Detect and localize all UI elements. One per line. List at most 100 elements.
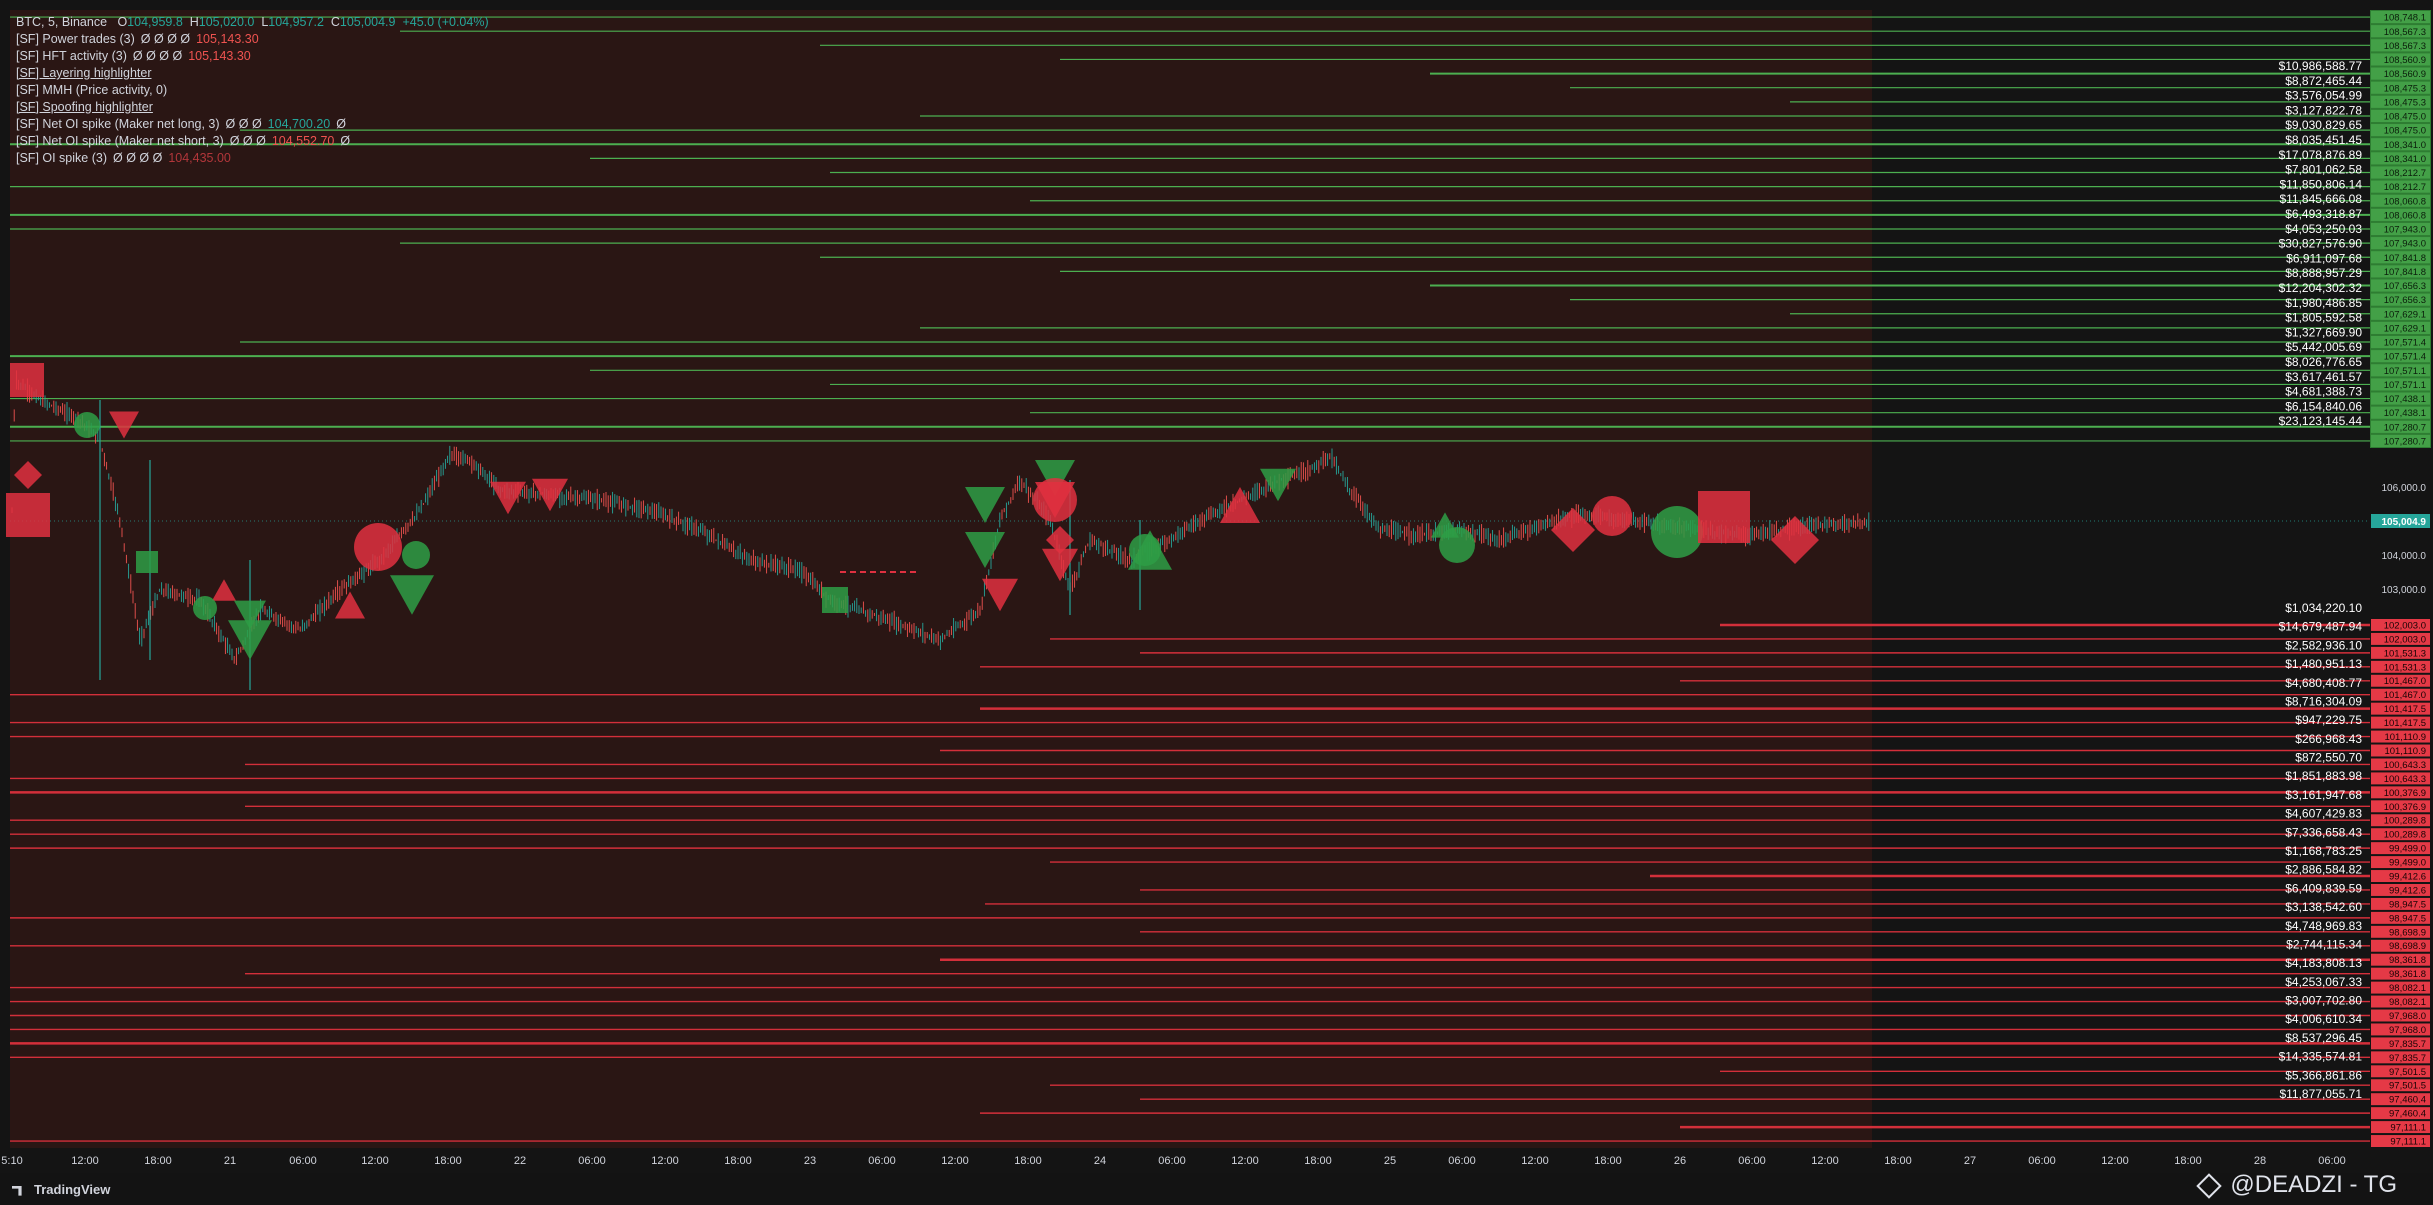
price-label[interactable]: 108,060.8 (2384, 210, 2426, 221)
time-axis-label[interactable]: 18:00 (1304, 1155, 1332, 1167)
price-label[interactable]: 98,947.5 (2389, 913, 2426, 924)
price-label[interactable]: 97,835.7 (2389, 1039, 2426, 1050)
price-label[interactable]: 107,438.1 (2384, 408, 2426, 419)
symbol-label[interactable]: BTC, 5, Binance (16, 15, 107, 29)
price-label[interactable]: 101,110.9 (2384, 746, 2426, 757)
price-label[interactable]: 97,460.4 (2389, 1095, 2426, 1106)
price-label[interactable]: 99,412.6 (2389, 885, 2426, 896)
oi-spike-circle[interactable] (74, 412, 100, 438)
tradingview-logo[interactable]: TradingView (12, 1182, 110, 1197)
time-axis-label[interactable]: 18:00 (434, 1155, 462, 1167)
indicator-row[interactable]: [SF] MMH (Price activity, 0) (16, 82, 489, 99)
time-axis-label[interactable]: 06:00 (1738, 1155, 1766, 1167)
price-label[interactable]: 107,280.7 (2384, 422, 2426, 433)
oi-spike-circle[interactable] (1439, 527, 1475, 563)
price-label[interactable]: 98,082.1 (2389, 997, 2426, 1008)
price-label[interactable]: 107,438.1 (2384, 394, 2426, 405)
price-label[interactable]: 101,110.9 (2384, 732, 2426, 743)
price-label[interactable]: 101,467.0 (2384, 676, 2426, 687)
price-label[interactable]: 107,943.0 (2384, 239, 2426, 250)
time-axis-label[interactable]: 26 (1674, 1155, 1686, 1167)
power-trade-square[interactable] (6, 493, 50, 537)
price-label[interactable]: 108,475.0 (2384, 126, 2426, 137)
time-axis-label[interactable]: 25 (1384, 1155, 1396, 1167)
price-label[interactable]: 97,968.0 (2389, 1011, 2426, 1022)
price-label[interactable]: 102,003.0 (2384, 620, 2426, 631)
price-label[interactable]: 108,475.0 (2384, 112, 2426, 123)
price-label[interactable]: 97,111.1 (2390, 1123, 2426, 1134)
time-axis-label[interactable]: 22 (514, 1155, 526, 1167)
price-label[interactable]: 108,212.7 (2384, 168, 2426, 179)
time-axis-label[interactable]: 18:00 (1884, 1155, 1912, 1167)
time-axis-label[interactable]: 28 (2254, 1155, 2266, 1167)
time-axis-label[interactable]: 27 (1964, 1155, 1976, 1167)
indicator-row[interactable]: [SF] HFT activity (3) Ø Ø Ø Ø 105,143.30 (16, 48, 489, 65)
legend-ohlc-row[interactable]: BTC, 5, Binance O104,959.8 H105,020.0 L1… (16, 14, 489, 31)
price-label[interactable]: 107,571.4 (2384, 338, 2426, 349)
time-axis-label[interactable]: 12:00 (71, 1155, 99, 1167)
price-label[interactable]: 97,835.7 (2389, 1053, 2426, 1064)
price-label[interactable]: 97,968.0 (2389, 1025, 2426, 1036)
indicator-row[interactable]: [SF] Net OI spike (Maker net short, 3) Ø … (16, 133, 489, 150)
indicator-row[interactable]: [SF] Power trades (3) Ø Ø Ø Ø 105,143.30 (16, 31, 489, 48)
price-label[interactable]: 101,417.5 (2384, 704, 2426, 715)
indicator-row[interactable]: [SF] OI spike (3) Ø Ø Ø Ø 104,435.00 (16, 150, 489, 167)
power-trade-square[interactable] (1698, 491, 1750, 543)
price-label[interactable]: 98,698.9 (2389, 927, 2426, 938)
time-axis-label[interactable]: 12:00 (1521, 1155, 1549, 1167)
time-axis-label[interactable]: 06:00 (868, 1155, 896, 1167)
price-label[interactable]: 108,567.3 (2384, 41, 2426, 52)
price-label[interactable]: 108,560.9 (2384, 55, 2426, 66)
price-label[interactable]: 108,748.1 (2384, 13, 2426, 24)
price-label[interactable]: 107,841.8 (2384, 267, 2426, 278)
price-label[interactable]: 98,698.9 (2389, 941, 2426, 952)
time-axis-label[interactable]: 18:00 (1014, 1155, 1042, 1167)
price-label[interactable]: 98,361.8 (2389, 955, 2426, 966)
time-axis-label[interactable]: 12:00 (651, 1155, 679, 1167)
oi-spike-circle[interactable] (1651, 506, 1703, 558)
price-label[interactable]: 101,417.5 (2384, 718, 2426, 729)
price-label[interactable]: 108,560.9 (2384, 69, 2426, 80)
oi-spike-circle[interactable] (1129, 534, 1161, 566)
time-axis-label[interactable]: 12:00 (1231, 1155, 1259, 1167)
time-axis-label[interactable]: 5:10 (1, 1155, 22, 1167)
time-axis-label[interactable]: 18:00 (2174, 1155, 2202, 1167)
price-label[interactable]: 108,341.0 (2384, 140, 2426, 151)
price-label[interactable]: 107,629.1 (2384, 323, 2426, 334)
price-label[interactable]: 107,571.4 (2384, 352, 2426, 363)
price-label[interactable]: 103,000.0 (2382, 585, 2427, 596)
price-label[interactable]: 108,212.7 (2384, 182, 2426, 193)
price-label[interactable]: 100,289.8 (2384, 830, 2426, 841)
price-label[interactable]: 107,571.1 (2384, 380, 2426, 391)
price-label[interactable]: 108,475.3 (2384, 83, 2426, 94)
price-label[interactable]: 104,000.0 (2382, 551, 2427, 562)
price-label[interactable]: 99,499.0 (2389, 858, 2426, 869)
time-axis-label[interactable]: 06:00 (1158, 1155, 1186, 1167)
price-label[interactable]: 107,571.1 (2384, 366, 2426, 377)
price-label[interactable]: 100,376.9 (2384, 788, 2426, 799)
price-label[interactable]: 97,501.5 (2389, 1081, 2426, 1092)
time-axis-label[interactable]: 06:00 (1448, 1155, 1476, 1167)
price-chart-canvas[interactable]: 108,748.1 108,567.3 108,567.3 108,560.9 108,… (0, 0, 2433, 1205)
time-axis-label[interactable]: 18:00 (1594, 1155, 1622, 1167)
time-axis-label[interactable]: 06:00 (2028, 1155, 2056, 1167)
oi-spike-circle[interactable] (1592, 496, 1632, 536)
price-label[interactable]: 101,467.0 (2384, 690, 2426, 701)
indicator-row[interactable]: [SF] Net OI spike (Maker net long, 3) Ø Ø… (16, 116, 489, 133)
price-label[interactable]: 98,947.5 (2389, 899, 2426, 910)
indicator-row[interactable]: [SF] Layering highlighter (16, 65, 489, 82)
oi-spike-circle[interactable] (402, 541, 430, 569)
price-label[interactable]: 107,280.7 (2384, 437, 2426, 448)
price-label[interactable]: 108,060.8 (2384, 196, 2426, 207)
time-axis-label[interactable]: 18:00 (144, 1155, 172, 1167)
time-axis-label[interactable]: 12:00 (361, 1155, 389, 1167)
indicator-row[interactable]: [SF] Spoofing highlighter (16, 99, 489, 116)
price-label[interactable]: 107,629.1 (2384, 309, 2426, 320)
price-label[interactable]: 100,376.9 (2384, 802, 2426, 813)
price-label[interactable]: 100,289.8 (2384, 816, 2426, 827)
price-label[interactable]: 107,656.3 (2384, 281, 2426, 292)
price-label[interactable]: 98,361.8 (2389, 969, 2426, 980)
price-label[interactable]: 98,082.1 (2389, 983, 2426, 994)
price-label[interactable]: 99,412.6 (2389, 872, 2426, 883)
price-label[interactable]: 107,943.0 (2384, 225, 2426, 236)
